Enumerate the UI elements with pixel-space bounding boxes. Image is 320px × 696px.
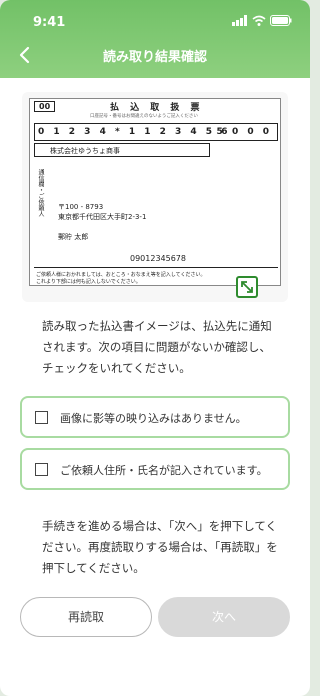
slip-footer-line1: ご依頼人様におかれましては、おところ・おなまえ等を記入してください。 [36,272,206,278]
header-bar: 9:41 読み取り結果確認 [0,0,310,78]
signal-icon [232,15,247,26]
slip-footer-line2: これより下部には何も記入しないでください。 [36,279,141,285]
payment-slip: 00 払 込 取 扱 票 口座記号・番号はお間違えのないようご記入ください 0 … [29,98,281,286]
guide-text: 手続きを進める場合は、「次へ」を押下してください。再度読取りする場合は、「再読取… [42,519,278,575]
slip-amount: 5 0 0 0 [216,127,272,137]
battery-icon [270,15,292,26]
expand-image-button[interactable] [236,276,258,298]
status-time: 9:41 [33,15,66,30]
check-label: ご依頼人住所・氏名が記入されています。 [60,464,268,477]
checkbox-icon[interactable] [35,411,48,424]
slip-side-label: 通信欄・ご依頼人 [37,169,44,217]
slip-address-line1: 〒100 - 8793 [58,203,104,211]
slip-phone: 09012345678 [130,254,186,263]
slip-divider [34,267,278,268]
expand-icon [241,281,253,293]
page-title: 読み取り結果確認 [102,50,207,65]
status-icons [232,15,292,26]
slip-note: 口座記号・番号はお間違えのないようご記入ください [90,114,198,119]
slip-account-digits: 0 1 2 3 4 * 1 1 2 3 4 5 6 [38,127,231,137]
payment-slip-image: 00 払 込 取 扱 票 口座記号・番号はお間違えのないようご記入ください 0 … [22,92,288,302]
checkbox-icon[interactable] [35,463,48,476]
wifi-icon [252,15,266,26]
check-address-filled[interactable]: ご依頼人住所・氏名が記入されています。 [20,448,290,490]
check-no-shadow[interactable]: 画像に影等の映り込みはありません。 [20,396,290,438]
reread-button[interactable]: 再読取 [20,597,152,637]
slip-address-line2: 東京都千代田区大手町2-3-1 [58,213,147,221]
check-label: 画像に影等の映り込みはありません。 [60,412,247,425]
description-text: 読み取った払込書イメージは、払込先に通知されます。次の項目に問題がないか確認し、… [42,319,272,375]
slip-code: 00 [34,101,56,112]
slip-requester-name: 郵貯 太郎 [58,233,89,241]
slip-title: 払 込 取 扱 票 [110,103,204,113]
app-screen: 9:41 読み取り結果確認 00 払 込 取 扱 票 口座記号・番号はお間違えの… [0,0,310,696]
slip-kanyu-name: 株式会社ゆうちょ商事 [50,147,120,155]
next-button[interactable]: 次へ [158,597,290,637]
